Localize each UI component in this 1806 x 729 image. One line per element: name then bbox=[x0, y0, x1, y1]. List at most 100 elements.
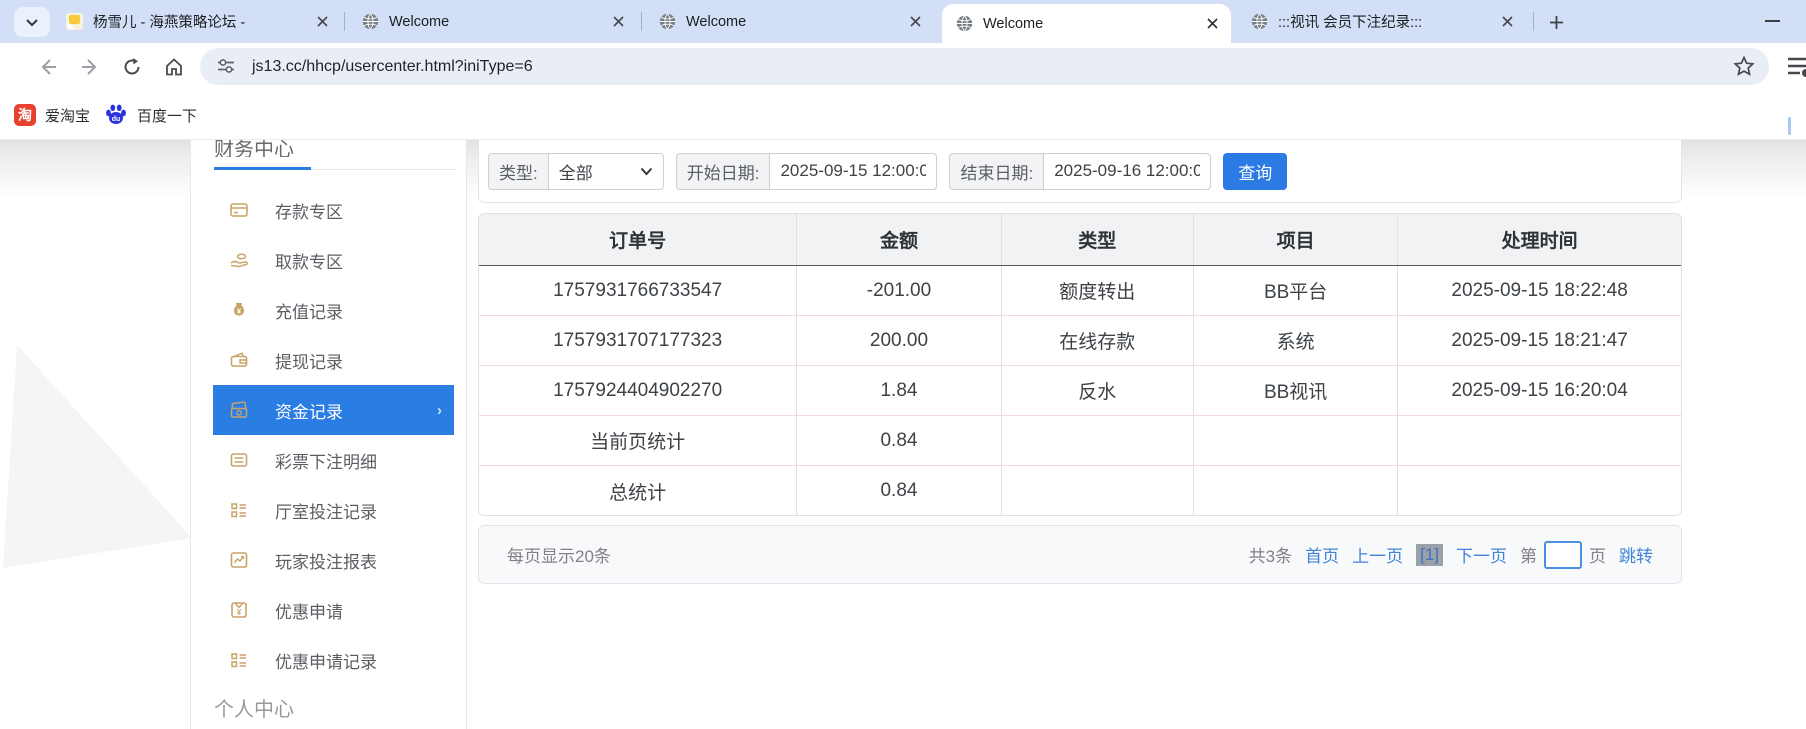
home-icon bbox=[166, 58, 182, 76]
type-cell: 在线存款 bbox=[1000, 316, 1193, 365]
page-favicon bbox=[66, 13, 83, 30]
table-row: 1757931766733547 -201.00 额度转出 BB平台 2025-… bbox=[479, 266, 1681, 316]
tab-title: Welcome bbox=[686, 13, 747, 30]
bookmark-baidu[interactable]: du 百度一下 bbox=[98, 99, 203, 131]
sidebar-item-recharge-records[interactable]: ¥ 充值记录 bbox=[213, 285, 454, 335]
browser-window: 杨雪儿 - 海燕策略论坛 - Welcome Welcome Welcome:… bbox=[0, 0, 1806, 729]
time-cell bbox=[1397, 416, 1681, 465]
project-cell: BB平台 bbox=[1192, 266, 1397, 315]
tab-close-icon[interactable] bbox=[1203, 15, 1221, 33]
new-tab-button[interactable] bbox=[1543, 9, 1569, 35]
tab-close-icon[interactable] bbox=[609, 13, 627, 31]
sidebar-item-fund-records[interactable]: 资金记录 › bbox=[213, 385, 454, 435]
forward-button[interactable] bbox=[76, 53, 104, 81]
tab-close-icon[interactable] bbox=[1498, 13, 1516, 31]
sidebar-item-label: 提现记录 bbox=[275, 352, 343, 372]
sidebar-item-label: 优惠申请 bbox=[275, 602, 343, 622]
table-row-page-subtotal: 当前页统计 0.84 bbox=[479, 416, 1681, 466]
taobao-icon: 淘 bbox=[14, 104, 36, 126]
tab-welcome-1[interactable]: Welcome bbox=[348, 0, 637, 43]
page-viewport: 财务中心 存款专区 取款专区 ¥ 充值记录 提现记录 资金记录 › 彩票下注明细… bbox=[0, 140, 1806, 729]
reading-list-icon[interactable] bbox=[1786, 55, 1806, 79]
back-arrow-icon bbox=[41, 59, 56, 75]
tab-welcome-2[interactable]: Welcome bbox=[645, 0, 934, 43]
deposit-card-icon bbox=[230, 203, 248, 217]
sidebar-item-promo-apply-records[interactable]: 优惠申请记录 bbox=[213, 635, 454, 685]
fund-records-table: 订单号 金额 类型 项目 处理时间 1757931766733547 -201.… bbox=[478, 213, 1682, 516]
order-id-cell: 1757924404902270 bbox=[553, 379, 723, 401]
pagination-controls: 共3条 首页 上一页 [1] 下一页 第 页 跳转 bbox=[1248, 540, 1653, 569]
next-page-link[interactable]: 下一页 bbox=[1456, 542, 1507, 567]
sidebar-item-withdrawal-records[interactable]: 提现记录 bbox=[213, 335, 454, 385]
tab-search-button[interactable] bbox=[14, 7, 50, 37]
amount-cell: 0.84 bbox=[796, 416, 1000, 465]
type-select[interactable]: 全部 bbox=[547, 152, 664, 190]
query-button[interactable]: 查询 bbox=[1223, 152, 1288, 190]
home-button[interactable] bbox=[160, 53, 188, 81]
amount-cell: 200.00 bbox=[796, 316, 1000, 365]
total-label-cell: 总统计 bbox=[609, 482, 667, 504]
project-cell: BB视讯 bbox=[1192, 366, 1397, 415]
current-page-badge: [1] bbox=[1416, 543, 1443, 566]
sidebar-item-lottery-bet-detail[interactable]: 彩票下注明细 bbox=[213, 435, 454, 485]
tab-divider bbox=[344, 12, 345, 31]
time-cell: 2025-09-15 16:20:04 bbox=[1397, 366, 1681, 415]
background-triangle-watermark bbox=[3, 345, 192, 568]
sidebar-item-label: 资金记录 bbox=[275, 402, 343, 422]
type-cell: 额度转出 bbox=[1000, 266, 1193, 315]
subtotal-label-cell: 当前页统计 bbox=[590, 432, 686, 453]
tab-welcome-active[interactable]: Welcome bbox=[942, 4, 1231, 43]
filter-bar: 类型: 全部 开始日期: 结束日期: 查询 bbox=[478, 140, 1682, 203]
tab-forum[interactable]: 杨雪儿 - 海燕策略论坛 - bbox=[52, 0, 341, 43]
chevron-down-icon bbox=[26, 18, 38, 26]
tab-title: 杨雪儿 - 海燕策略论坛 - bbox=[93, 15, 246, 31]
select-chevron-icon bbox=[640, 167, 652, 175]
sidebar-item-room-bet-records[interactable]: 厅室投注记录 bbox=[213, 485, 454, 535]
sidebar-item-withdraw-zone[interactable]: 取款专区 bbox=[213, 235, 454, 285]
page-jump-group: 第 页 bbox=[1520, 540, 1606, 569]
address-bar[interactable]: js13.cc/hhcp/usercenter.html?iniType=6 bbox=[200, 48, 1769, 85]
url-text[interactable]: js13.cc/hhcp/usercenter.html?iniType=6 bbox=[252, 58, 533, 76]
tab-close-icon[interactable] bbox=[313, 13, 331, 31]
sidebar-item-promo-apply[interactable]: ¥ 优惠申请 bbox=[213, 585, 454, 635]
tab-divider bbox=[1533, 12, 1534, 31]
bookmark-label: 爱淘宝 bbox=[45, 107, 91, 125]
back-button[interactable] bbox=[34, 53, 62, 81]
column-header: 订单号 bbox=[609, 231, 667, 252]
prev-page-link[interactable]: 上一页 bbox=[1352, 542, 1403, 567]
total-count-text: 共3条 bbox=[1248, 547, 1293, 566]
bookmark-taobao[interactable]: 淘 爱淘宝 bbox=[8, 99, 96, 131]
type-cell: 反水 bbox=[1000, 366, 1193, 415]
page-number-input[interactable] bbox=[1544, 540, 1582, 569]
type-label: 类型: bbox=[488, 152, 548, 190]
start-date-input[interactable] bbox=[769, 152, 938, 190]
tab-close-icon[interactable] bbox=[906, 13, 924, 31]
reload-icon bbox=[124, 58, 140, 75]
tab-title: :::视讯 会员下注纪录::: bbox=[1278, 15, 1423, 31]
jump-link[interactable]: 跳转 bbox=[1619, 542, 1653, 567]
page-prefix-text: 第 bbox=[1520, 547, 1537, 566]
tab-bet-records[interactable]: :::视讯 会员下注纪录::: bbox=[1237, 0, 1526, 43]
start-date-label: 开始日期: bbox=[675, 152, 770, 190]
time-cell: 2025-09-15 18:21:47 bbox=[1397, 316, 1681, 365]
svg-text:¥: ¥ bbox=[237, 608, 242, 617]
end-date-label: 结束日期: bbox=[949, 152, 1044, 190]
project-cell bbox=[1192, 416, 1397, 465]
window-minimize-button[interactable] bbox=[1765, 20, 1780, 22]
type-filter-group: 类型: 全部 bbox=[488, 152, 664, 190]
end-date-input[interactable] bbox=[1043, 152, 1212, 190]
plus-icon bbox=[1549, 15, 1563, 29]
reload-button[interactable] bbox=[118, 53, 146, 81]
bookmark-star-icon[interactable] bbox=[1733, 55, 1755, 77]
chevron-right-icon: › bbox=[437, 401, 442, 419]
time-cell: 2025-09-15 18:22:48 bbox=[1397, 266, 1681, 315]
withdraw-hand-icon bbox=[230, 253, 248, 268]
sidebar-item-deposit-zone[interactable]: 存款专区 bbox=[213, 185, 454, 235]
sidebar-item-label: 优惠申请记录 bbox=[275, 652, 377, 672]
globe-favicon bbox=[659, 13, 676, 30]
grid-list-icon bbox=[231, 503, 246, 518]
sidebar-item-player-bet-report[interactable]: 玩家投注报表 bbox=[213, 535, 454, 585]
first-page-link[interactable]: 首页 bbox=[1305, 542, 1339, 567]
site-info-icon[interactable] bbox=[216, 56, 236, 76]
type-select-value: 全部 bbox=[558, 163, 593, 183]
